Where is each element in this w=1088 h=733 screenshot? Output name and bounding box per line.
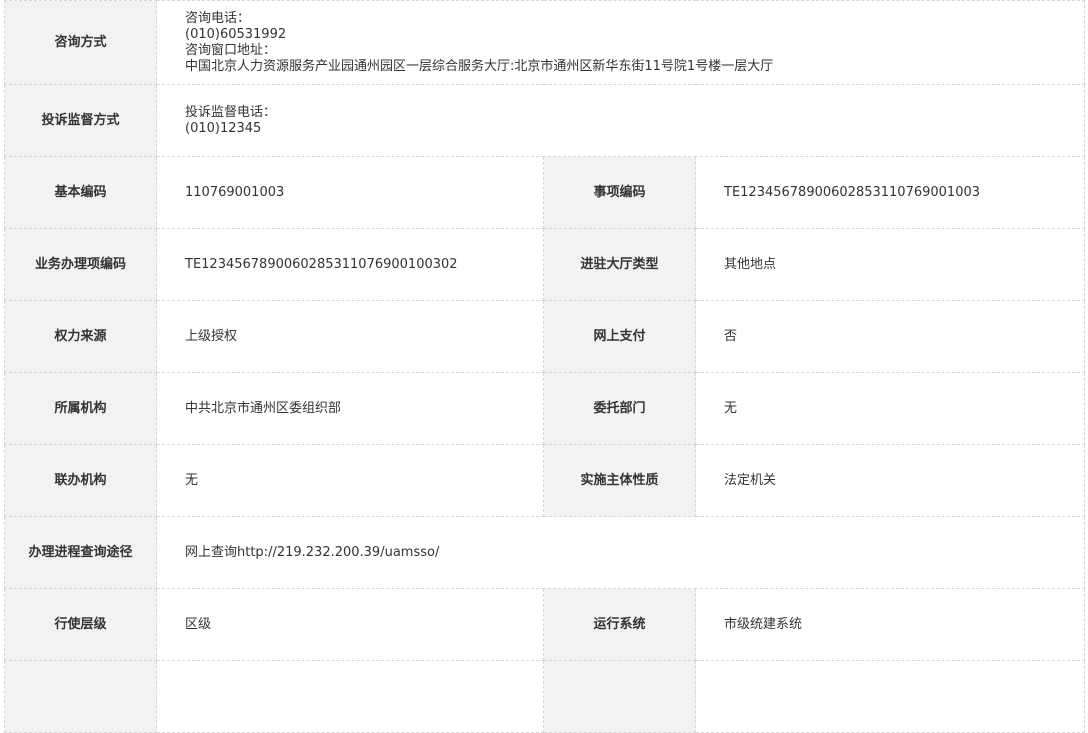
basic-code-value: 110769001003 bbox=[156, 156, 544, 229]
consult-phone-label: 咨询电话： bbox=[185, 10, 251, 26]
table-row: 联办机构 无 实施主体性质 法定机关 bbox=[4, 444, 1086, 517]
entrusted-dept-value: 无 bbox=[694, 372, 1086, 445]
consult-address-label: 咨询窗口地址： bbox=[185, 42, 277, 58]
service-info-table: 咨询方式 咨询电话： (010)60531992 咨询窗口地址： 中国北京人力资… bbox=[4, 0, 1086, 733]
business-code-label: 业务办理项编码 bbox=[4, 228, 157, 301]
item-code-value: TE12345678900602853110769001003 bbox=[694, 156, 1086, 229]
joint-org-label: 联办机构 bbox=[4, 444, 157, 517]
complaint-label: 投诉监督方式 bbox=[4, 84, 157, 157]
progress-query-value[interactable]: 网上查询http://219.232.200.39/uamsso/ bbox=[155, 516, 1086, 589]
consult-value: 咨询电话： (010)60531992 咨询窗口地址： 中国北京人力资源服务产业… bbox=[155, 0, 1086, 85]
table-row: 权力来源 上级授权 网上支付 否 bbox=[4, 300, 1086, 373]
table-row: 业务办理项编码 TE123456789006028531107690010030… bbox=[4, 228, 1086, 301]
business-code-value: TE1234567890060285311076900100302 bbox=[156, 228, 544, 301]
exercise-level-value: 区级 bbox=[156, 588, 544, 661]
complaint-phone: (010)12345 bbox=[185, 120, 262, 136]
complaint-phone-label: 投诉监督电话： bbox=[185, 104, 277, 120]
complaint-value: 投诉监督电话： (010)12345 bbox=[155, 84, 1086, 157]
subject-nature-value: 法定机关 bbox=[694, 444, 1086, 517]
power-source-label: 权力来源 bbox=[4, 300, 157, 373]
consult-phone: (010)60531992 bbox=[185, 26, 287, 42]
organization-value: 中共北京市通州区委组织部 bbox=[156, 372, 544, 445]
table-row bbox=[4, 660, 1086, 733]
table-row-complaint: 投诉监督方式 投诉监督电话： (010)12345 bbox=[4, 84, 1086, 157]
basic-code-label: 基本编码 bbox=[4, 156, 157, 229]
joint-org-value: 无 bbox=[156, 444, 544, 517]
table-row: 行使层级 区级 运行系统 市级统建系统 bbox=[4, 588, 1086, 661]
online-payment-value: 否 bbox=[694, 300, 1086, 373]
progress-query-label: 办理进程查询途径 bbox=[4, 516, 157, 589]
organization-label: 所属机构 bbox=[4, 372, 157, 445]
empty-value bbox=[156, 660, 544, 733]
empty-label bbox=[543, 660, 696, 733]
table-row-consult: 咨询方式 咨询电话： (010)60531992 咨询窗口地址： 中国北京人力资… bbox=[4, 0, 1086, 85]
consult-label: 咨询方式 bbox=[4, 0, 157, 85]
hall-type-label: 进驻大厅类型 bbox=[543, 228, 696, 301]
table-row-progress-query: 办理进程查询途径 网上查询http://219.232.200.39/uamss… bbox=[4, 516, 1086, 589]
hall-type-value: 其他地点 bbox=[694, 228, 1086, 301]
online-payment-label: 网上支付 bbox=[543, 300, 696, 373]
exercise-level-label: 行使层级 bbox=[4, 588, 157, 661]
empty-value bbox=[694, 660, 1086, 733]
subject-nature-label: 实施主体性质 bbox=[543, 444, 696, 517]
table-row: 所属机构 中共北京市通州区委组织部 委托部门 无 bbox=[4, 372, 1086, 445]
entrusted-dept-label: 委托部门 bbox=[543, 372, 696, 445]
empty-label bbox=[4, 660, 157, 733]
power-source-value: 上级授权 bbox=[156, 300, 544, 373]
table-row: 基本编码 110769001003 事项编码 TE123456789006028… bbox=[4, 156, 1086, 229]
item-code-label: 事项编码 bbox=[543, 156, 696, 229]
operating-system-label: 运行系统 bbox=[543, 588, 696, 661]
consult-address: 中国北京人力资源服务产业园通州园区一层综合服务大厅:北京市通州区新华东街11号院… bbox=[185, 58, 774, 74]
operating-system-value: 市级统建系统 bbox=[694, 588, 1086, 661]
